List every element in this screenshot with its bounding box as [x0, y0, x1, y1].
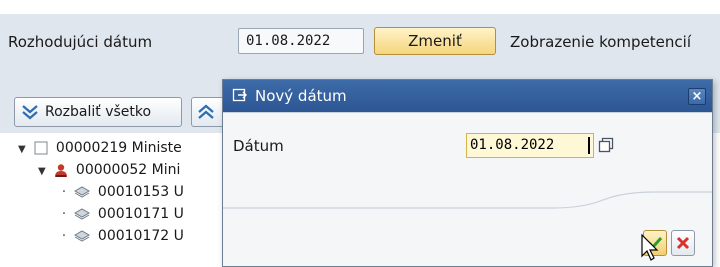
- date-input[interactable]: 01.08.2022: [466, 133, 594, 158]
- org-unit-icon: [34, 141, 48, 155]
- position-icon: [74, 208, 91, 220]
- collapse-all-icon: [198, 104, 214, 119]
- close-icon[interactable]: ×: [688, 88, 706, 105]
- leaf-bullet-icon: ·: [61, 184, 67, 200]
- dialog-title-bar[interactable]: Nový dátum ×: [223, 80, 712, 112]
- decision-date-label: Rozhodujúci dátum: [8, 33, 153, 51]
- text-cursor: [588, 137, 590, 154]
- dialog-divider: [223, 112, 712, 113]
- expand-all-icon: [22, 105, 38, 120]
- tree-row-text: 00000219 Ministe: [55, 140, 182, 156]
- expand-all-button[interactable]: Rozbaliť všetko: [14, 97, 182, 127]
- cancel-x-icon: [676, 236, 690, 250]
- tree-row-text: 00010171 U: [97, 206, 184, 222]
- tree-row[interactable]: ▼ 00000219 Ministe: [18, 137, 182, 159]
- decision-date-field[interactable]: 01.08.2022: [238, 28, 364, 54]
- competence-label: Zobrazenie kompetencií: [510, 33, 691, 51]
- position-icon: [74, 186, 91, 198]
- value-help-button[interactable]: [595, 134, 617, 156]
- tree-row[interactable]: · 00010153 U: [58, 181, 184, 203]
- tree-row[interactable]: · 00010172 U: [58, 225, 184, 247]
- top-strip: [0, 0, 720, 14]
- change-button[interactable]: Zmeniť: [374, 27, 496, 55]
- expanded-arrow-icon[interactable]: ▼: [38, 161, 50, 183]
- leaf-bullet-icon: ·: [61, 228, 67, 244]
- dialog-title: Nový dátum: [255, 87, 347, 105]
- tree-row-text: 00010153 U: [97, 184, 184, 200]
- value-help-icon: [598, 137, 614, 153]
- expanded-arrow-icon[interactable]: ▼: [18, 139, 30, 161]
- person-icon: [55, 164, 68, 177]
- tree-row[interactable]: ▼ 00000052 Mini: [38, 159, 180, 181]
- date-value: 01.08.2022: [470, 137, 555, 153]
- expand-all-label: Rozbaliť všetko: [45, 104, 152, 120]
- tree-row[interactable]: · 00010171 U: [58, 203, 184, 225]
- tree-row-text: 00010172 U: [97, 228, 184, 244]
- leaf-bullet-icon: ·: [61, 206, 67, 222]
- date-label: Dátum: [233, 137, 284, 155]
- dialog-window-icon: [232, 88, 247, 102]
- tree-row-text: 00000052 Mini: [75, 162, 181, 178]
- cancel-button[interactable]: [671, 230, 695, 256]
- mouse-cursor-icon: [641, 234, 659, 261]
- position-icon: [74, 230, 91, 242]
